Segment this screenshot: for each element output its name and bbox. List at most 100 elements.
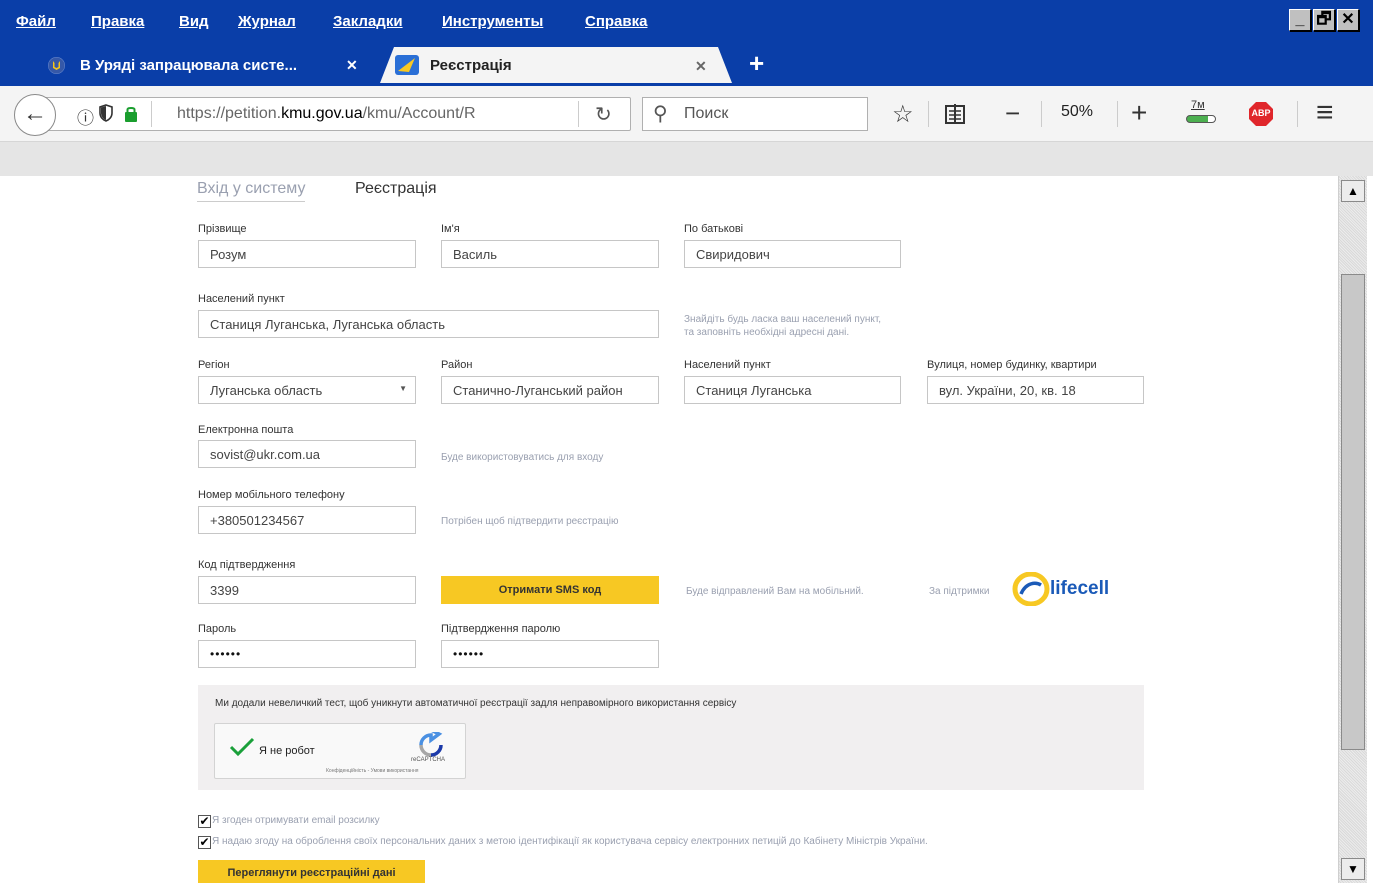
- region-select[interactable]: Луганська область ▼: [198, 376, 416, 404]
- zoom-in-button[interactable]: +: [1131, 97, 1147, 129]
- zoom-level[interactable]: 50%: [1061, 103, 1093, 121]
- adblock-label: ABP: [1251, 108, 1271, 118]
- lifecell-logo-text: lifecell: [1050, 578, 1110, 599]
- chevron-down-icon: ▼: [399, 384, 407, 393]
- tracking-shield-icon[interactable]: [99, 104, 113, 122]
- petition-favicon-icon: [395, 55, 419, 75]
- bookmark-star-icon[interactable]: ☆: [892, 100, 914, 129]
- surname-label: Прізвище: [198, 223, 247, 235]
- captcha-text: Ми додали невеличкий тест, щоб уникнути …: [215, 698, 737, 709]
- scroll-down-icon[interactable]: ▼: [1341, 858, 1365, 880]
- menu-tools[interactable]: Инструменты: [442, 13, 543, 30]
- addon-bar: [1186, 115, 1216, 123]
- phone-input[interactable]: +380501234567: [198, 506, 416, 534]
- menu-view[interactable]: Вид: [179, 13, 209, 30]
- tab-registration[interactable]: Реєстрація ✕: [380, 47, 732, 83]
- recaptcha-logo-icon: [417, 728, 445, 758]
- register-tab[interactable]: Реєстрація: [355, 180, 437, 198]
- search-bar[interactable]: ⚲ Поиск: [642, 97, 868, 131]
- recaptcha-label: Я не робот: [259, 745, 315, 757]
- phone-hint: Потрібен щоб підтвердити реєстрацію: [441, 516, 619, 527]
- tab-title: В Уряді запрацювала систе...: [80, 57, 298, 74]
- adblock-icon[interactable]: ABP: [1248, 101, 1274, 127]
- code-input[interactable]: 3399: [198, 576, 416, 604]
- get-sms-code-button[interactable]: Отримати SMS код: [441, 576, 659, 604]
- close-window-button[interactable]: ✕: [1337, 9, 1359, 31]
- district-input[interactable]: Станично-Луганський район: [441, 376, 659, 404]
- login-tab[interactable]: Вхід у систему: [197, 180, 306, 202]
- search-icon: ⚲: [653, 103, 668, 125]
- minimize-button[interactable]: _: [1289, 9, 1311, 31]
- email-input[interactable]: sovist@ukr.com.ua: [198, 440, 416, 468]
- tab-bar: В Уряді запрацювала систе... ✕ Реєстраці…: [0, 44, 1373, 86]
- divider: [578, 101, 579, 127]
- recaptcha-widget[interactable]: Я не робот reCAPTCHA Конфіденційність - …: [214, 723, 466, 779]
- recaptcha-links[interactable]: Конфіденційність - Умови використання: [326, 768, 418, 774]
- menu-history[interactable]: Журнал: [238, 13, 296, 30]
- reload-icon[interactable]: ↻: [595, 102, 612, 127]
- zoom-out-button[interactable]: −: [1005, 98, 1020, 129]
- password-confirm-input[interactable]: ••••••: [441, 640, 659, 668]
- locality-hint-line2: та заповніть необхідні адресні дані.: [684, 327, 850, 338]
- surname-input[interactable]: Розум: [198, 240, 416, 268]
- url-suffix: /kmu/Account/R: [362, 105, 476, 122]
- tab-close-icon[interactable]: ✕: [346, 57, 358, 74]
- url-bar[interactable]: ⓘ https://petition.kmu.gov.ua/kmu/Accoun…: [45, 97, 631, 131]
- scroll-up-icon[interactable]: ▲: [1341, 180, 1365, 202]
- tab-title: Реєстрація: [430, 57, 512, 74]
- phone-label: Номер мобільного телефону: [198, 489, 345, 501]
- captcha-panel: Ми додали невеличкий тест, щоб уникнути …: [198, 685, 1144, 790]
- addon-7m-icon[interactable]: 7м: [1186, 99, 1220, 125]
- page-scrollbar[interactable]: ▲ ▼: [1338, 176, 1367, 883]
- recaptcha-brand: reCAPTCHA: [411, 757, 446, 763]
- divider: [1117, 101, 1118, 127]
- addon-badge: 7м: [1191, 99, 1205, 111]
- toolbar-strip: [0, 142, 1373, 176]
- tab-government-news[interactable]: В Уряді запрацювала систе... ✕: [30, 47, 375, 83]
- url-domain: kmu.gov.ua: [281, 105, 363, 122]
- locality2-input[interactable]: Станиця Луганська: [684, 376, 901, 404]
- region-select-value: Луганська область: [210, 383, 323, 398]
- password-confirm-label: Підтвердження паролю: [441, 623, 561, 635]
- menu-bookmarks[interactable]: Закладки: [333, 13, 403, 30]
- sms-hint: Буде відправлений Вам на мобільний.: [686, 586, 864, 597]
- hamburger-menu-icon[interactable]: ≡: [1316, 96, 1334, 130]
- lock-icon[interactable]: [123, 105, 139, 123]
- url-text[interactable]: https://petition.kmu.gov.ua/kmu/Account/…: [177, 105, 476, 123]
- region-label: Регіон: [198, 359, 230, 371]
- menu-edit[interactable]: Правка: [91, 13, 144, 30]
- new-tab-icon[interactable]: +: [749, 48, 764, 79]
- locality-label: Населений пункт: [198, 293, 285, 305]
- menu-bar: Файл Правка Вид Журнал Закладки Инструме…: [0, 0, 1373, 44]
- email-label: Електронна пошта: [198, 424, 294, 436]
- locality-hint-line1: Знайдіть будь ласка ваш населений пункт,: [684, 314, 882, 325]
- reading-list-icon[interactable]: [944, 103, 966, 125]
- street-input[interactable]: вул. України, 20, кв. 18: [927, 376, 1144, 404]
- menu-help[interactable]: Справка: [585, 13, 647, 30]
- personal-data-consent-checkbox[interactable]: ✔: [198, 836, 211, 849]
- menu-file[interactable]: Файл: [16, 13, 56, 30]
- locality-input[interactable]: Станиця Луганська, Луганська область: [198, 310, 659, 338]
- patronymic-input[interactable]: Свиридович: [684, 240, 901, 268]
- divider: [1297, 101, 1298, 127]
- checkmark-icon[interactable]: [229, 736, 255, 758]
- divider: [151, 101, 152, 127]
- tab-close-icon[interactable]: ✕: [695, 58, 707, 75]
- personal-data-consent-label: Я надаю згоду на оброблення своїх персон…: [212, 836, 928, 847]
- divider: [1041, 101, 1042, 127]
- name-input[interactable]: Василь: [441, 240, 659, 268]
- divider: [928, 101, 929, 127]
- email-subscribe-checkbox[interactable]: ✔: [198, 815, 211, 828]
- password-input[interactable]: ••••••: [198, 640, 416, 668]
- url-prefix: https://petition.: [177, 105, 282, 122]
- lifecell-logo-icon: [1012, 571, 1050, 607]
- password-label: Пароль: [198, 623, 237, 635]
- maximize-button[interactable]: 🗗: [1313, 9, 1335, 31]
- review-registration-button[interactable]: Переглянути реєстраційні дані: [198, 860, 425, 883]
- patronymic-label: По батькові: [684, 223, 744, 235]
- district-label: Район: [441, 359, 473, 371]
- info-icon[interactable]: ⓘ: [77, 104, 94, 129]
- scroll-thumb[interactable]: [1341, 274, 1365, 750]
- search-placeholder: Поиск: [684, 105, 729, 122]
- back-button[interactable]: ←: [14, 94, 56, 136]
